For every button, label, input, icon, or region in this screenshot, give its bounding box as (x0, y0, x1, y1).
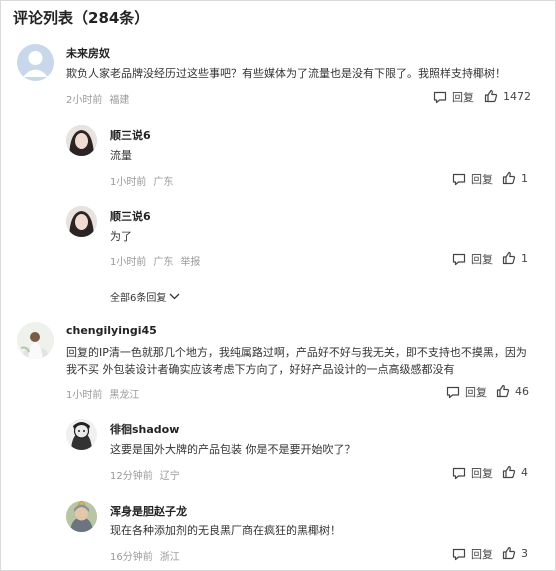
avatar[interactable] (17, 322, 54, 359)
reply-icon (452, 467, 466, 479)
report-link[interactable]: 举报 (180, 257, 200, 268)
username[interactable]: 顺三说6 (110, 208, 151, 224)
expand-replies-button[interactable]: 全部6条回复 (110, 289, 180, 304)
timestamp: 12分钟前 (110, 471, 153, 482)
like-count: 4 (521, 465, 528, 479)
timestamp: 1小时前 (110, 177, 147, 188)
thumbs-up-icon (502, 171, 516, 185)
like-count: 46 (515, 384, 529, 398)
comment-text: 为了 (110, 230, 132, 243)
comment-panel (0, 0, 556, 571)
reply-icon (452, 548, 466, 560)
reply-icon (433, 91, 447, 103)
comment-meta: 2小时前 福建 (66, 91, 136, 106)
like-button[interactable]: 1 (502, 171, 528, 185)
thumbs-up-icon (484, 89, 498, 103)
timestamp: 1小时前 (110, 257, 147, 268)
reply-button[interactable]: 回复 (452, 465, 493, 481)
timestamp: 16分钟前 (110, 552, 153, 563)
comment-meta: 12分钟前 辽宁 (110, 467, 187, 482)
like-count: 1 (521, 251, 528, 265)
reply-button[interactable]: 回复 (446, 384, 487, 400)
page-title: 评论列表（284条） (13, 9, 150, 27)
username[interactable]: 未来房奴 (66, 45, 110, 61)
thumbs-up-icon (502, 251, 516, 265)
reply-button[interactable]: 回复 (433, 89, 474, 105)
comment-text: 欺负人家老品牌没经历过这些事吧？有些媒体为了流量也是没有下限了。我照样支持椰树！ (66, 67, 506, 80)
username[interactable]: chengilyingi45 (66, 324, 157, 337)
comment-text: 我不买 外包装设计者确实应该考虑下方向了，好好产品设计的一点高级感都没有 (66, 363, 455, 376)
username[interactable]: 顺三说6 (110, 127, 151, 143)
location: 福建 (109, 95, 130, 106)
like-button[interactable]: 3 (502, 546, 528, 560)
avatar[interactable] (66, 125, 97, 156)
reply-icon (446, 386, 460, 398)
reply-button[interactable]: 回复 (452, 171, 493, 187)
thumbs-up-icon (502, 546, 516, 560)
like-count: 1472 (503, 89, 531, 103)
username[interactable]: 浑身是胆赵子龙 (110, 503, 187, 519)
like-button[interactable]: 1472 (484, 89, 531, 103)
timestamp: 2小时前 (66, 95, 103, 106)
comment-text: 现在各种添加剂的无良黑厂商在疯狂的黑椰树！ (110, 524, 341, 537)
location: 广东 (153, 177, 174, 188)
like-button[interactable]: 46 (496, 384, 529, 398)
comment-meta: 1小时前 黑龙江 (66, 386, 146, 401)
like-button[interactable]: 1 (502, 251, 528, 265)
default-avatar-icon (23, 51, 48, 77)
reply-icon (452, 173, 466, 185)
comment-meta: 1小时前 广东 (110, 173, 180, 188)
location: 浙江 (159, 552, 180, 563)
comment-meta: 1小时前 广东 举报 (110, 253, 207, 268)
comment-text: 流量 (110, 149, 132, 162)
thumbs-up-icon (496, 384, 510, 398)
avatar[interactable] (17, 44, 54, 81)
timestamp: 1小时前 (66, 390, 103, 401)
reply-button[interactable]: 回复 (452, 546, 493, 562)
comment-meta: 16分钟前 浙江 (110, 548, 187, 563)
reply-icon (452, 253, 466, 265)
location: 广东 (153, 257, 174, 268)
thumbs-up-icon (502, 465, 516, 479)
like-button[interactable]: 4 (502, 465, 528, 479)
comment-text: 这要是国外大牌的产品包装 你是不是要开始吹了？ (110, 443, 356, 456)
reply-button[interactable]: 回复 (452, 251, 493, 267)
chevron-down-icon (169, 293, 180, 300)
location: 黑龙江 (109, 390, 140, 401)
avatar[interactable] (66, 206, 97, 237)
username[interactable]: 徘徊shadow (110, 421, 179, 437)
avatar[interactable] (66, 501, 97, 532)
avatar[interactable] (66, 419, 97, 450)
location: 辽宁 (159, 471, 180, 482)
like-count: 1 (521, 171, 528, 185)
like-count: 3 (521, 546, 528, 560)
